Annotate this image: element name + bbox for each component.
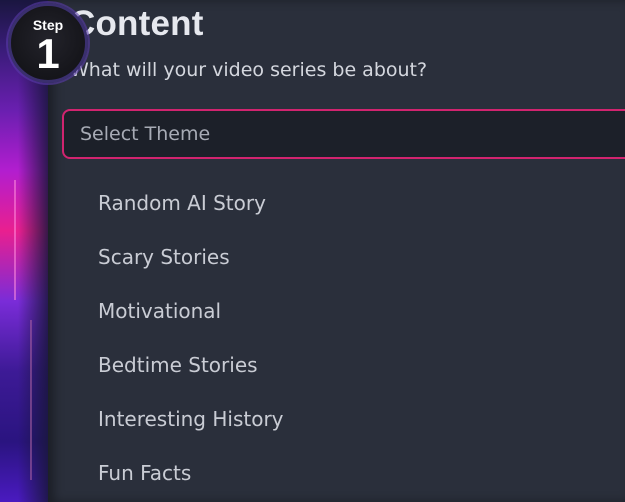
theme-option-bedtime-stories[interactable]: Bedtime Stories [48, 338, 625, 392]
decorative-line [14, 180, 16, 300]
section-subtitle: What will your video series be about? [70, 59, 428, 81]
app-frame: Content What will your video series be a… [0, 0, 625, 502]
step-badge: Step 1 [8, 3, 88, 83]
step-number: 1 [36, 30, 60, 77]
theme-option-motivational[interactable]: Motivational [48, 284, 625, 338]
content-panel: Content What will your video series be a… [48, 0, 625, 502]
section-title: Content [70, 4, 204, 43]
theme-option-fun-facts[interactable]: Fun Facts [48, 446, 625, 500]
theme-option-scary-stories[interactable]: Scary Stories [48, 230, 625, 284]
theme-select[interactable]: Select Theme [62, 109, 625, 159]
theme-option-interesting-history[interactable]: Interesting History [48, 392, 625, 446]
theme-option-random-ai-story[interactable]: Random AI Story [48, 176, 625, 230]
decorative-line [30, 320, 32, 480]
theme-options-list: Random AI Story Scary Stories Motivation… [48, 176, 625, 500]
theme-select-placeholder: Select Theme [80, 123, 211, 145]
